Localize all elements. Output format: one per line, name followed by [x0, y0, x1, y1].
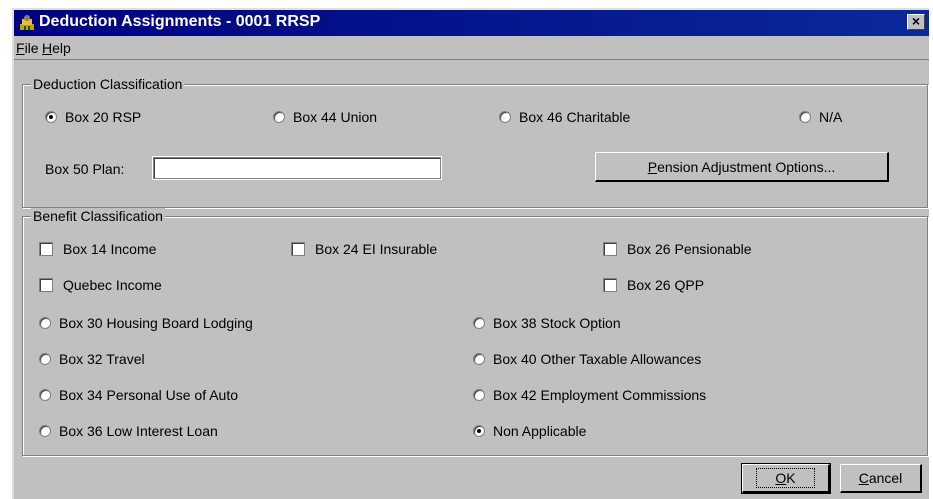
radio-box-20-rsp[interactable]: Box 20 RSP	[45, 109, 141, 125]
radio-indicator[interactable]	[473, 425, 485, 437]
menu-file[interactable]: File	[16, 40, 39, 56]
radio-non-applicable[interactable]: Non Applicable	[473, 423, 586, 439]
radio-indicator[interactable]	[473, 317, 485, 329]
app-icon	[18, 14, 36, 32]
checkbox-box-26-qpp[interactable]: Box 26 QPP	[603, 277, 704, 293]
radio-indicator[interactable]	[473, 353, 485, 365]
benefit-classification-group: Benefit Classification Box 14 Income Box…	[22, 208, 928, 456]
ok-button[interactable]: OK	[741, 463, 831, 494]
radio-indicator[interactable]	[45, 111, 57, 123]
radio-box-32-travel[interactable]: Box 32 Travel	[39, 351, 145, 367]
checkbox-box-14-income[interactable]: Box 14 Income	[39, 241, 156, 257]
radio-indicator[interactable]	[473, 389, 485, 401]
pension-adjustment-options-button[interactable]: Pension Adjustment Options...	[595, 152, 889, 182]
menu-bar: File Help	[14, 37, 929, 60]
radio-indicator[interactable]	[39, 389, 51, 401]
radio-box-34-personal-use-of-auto[interactable]: Box 34 Personal Use of Auto	[39, 387, 238, 403]
checkbox-quebec-income[interactable]: Quebec Income	[39, 277, 162, 293]
checkbox-indicator[interactable]	[39, 278, 53, 292]
close-icon[interactable]: ×	[907, 14, 925, 30]
menu-help[interactable]: Help	[42, 40, 71, 56]
benefit-classification-legend: Benefit Classification	[31, 208, 165, 224]
radio-indicator[interactable]	[799, 111, 811, 123]
deduction-classification-group: Deduction Classification Box 20 RSP Box …	[22, 76, 928, 208]
radio-indicator[interactable]	[39, 425, 51, 437]
dialog-window: Deduction Assignments - 0001 RRSP × File…	[12, 8, 929, 499]
checkbox-box-26-pensionable[interactable]: Box 26 Pensionable	[603, 241, 752, 257]
checkbox-indicator[interactable]	[291, 242, 305, 256]
cancel-button[interactable]: Cancel	[840, 464, 922, 493]
radio-box-38-stock-option[interactable]: Box 38 Stock Option	[473, 315, 621, 331]
radio-na[interactable]: N/A	[799, 109, 842, 125]
radio-box-36-low-interest-loan[interactable]: Box 36 Low Interest Loan	[39, 423, 218, 439]
checkbox-box-24-ei-insurable[interactable]: Box 24 EI Insurable	[291, 241, 437, 257]
radio-box-44-union[interactable]: Box 44 Union	[273, 109, 377, 125]
radio-box-42-employment-commissions[interactable]: Box 42 Employment Commissions	[473, 387, 706, 403]
checkbox-indicator[interactable]	[603, 242, 617, 256]
radio-box-40-other-taxable-allowances[interactable]: Box 40 Other Taxable Allowances	[473, 351, 701, 367]
window-title: Deduction Assignments - 0001 RRSP	[39, 13, 321, 30]
radio-indicator[interactable]	[273, 111, 285, 123]
checkbox-indicator[interactable]	[603, 278, 617, 292]
radio-indicator[interactable]	[39, 317, 51, 329]
radio-box-46-charitable[interactable]: Box 46 Charitable	[499, 109, 630, 125]
deduction-classification-legend: Deduction Classification	[31, 76, 185, 92]
checkbox-indicator[interactable]	[39, 242, 53, 256]
title-bar[interactable]: Deduction Assignments - 0001 RRSP ×	[14, 10, 929, 36]
box50-plan-label: Box 50 Plan:	[45, 161, 125, 177]
radio-indicator[interactable]	[39, 353, 51, 365]
radio-indicator[interactable]	[499, 111, 511, 123]
box50-plan-input[interactable]	[152, 156, 442, 180]
radio-box-30-housing-board-lodging[interactable]: Box 30 Housing Board Lodging	[39, 315, 253, 331]
